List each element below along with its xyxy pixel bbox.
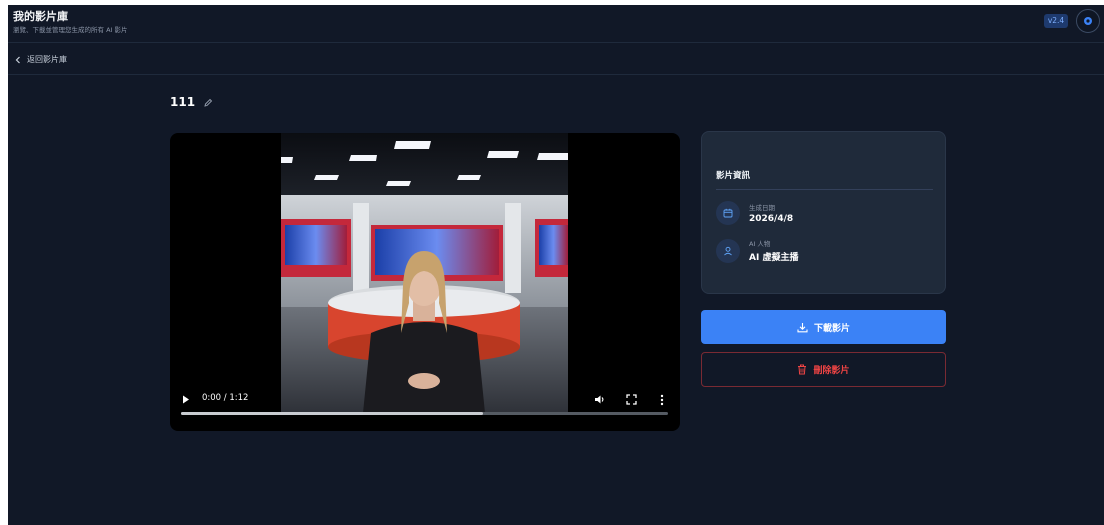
gear-icon <box>1084 17 1092 25</box>
fullscreen-icon[interactable] <box>626 394 637 405</box>
video-frame <box>281 133 568 413</box>
date-label: 生成日期 <box>749 204 775 212</box>
player-controls: 0:00 / 1:12 <box>170 385 680 431</box>
info-row-date: 生成日期 2026/4/8 <box>716 201 793 225</box>
volume-icon[interactable] <box>594 394 606 405</box>
avatar-value: AI 虛擬主播 <box>749 253 799 263</box>
delete-label: 刪除影片 <box>813 366 850 376</box>
info-row-avatar: AI 人物 AI 虛擬主播 <box>716 238 798 263</box>
info-card-title: 影片資訊 <box>716 171 751 181</box>
settings-button[interactable] <box>1076 9 1100 33</box>
person-icon-wrap <box>716 238 740 263</box>
app-window: 我的影片庫 瀏覽、下載並管理您生成的所有 AI 影片 v2.4 返回影片庫 11… <box>8 5 1104 525</box>
progress-bar[interactable] <box>181 412 668 415</box>
pencil-icon[interactable] <box>203 98 213 108</box>
video-title: 111 <box>170 95 196 109</box>
card-divider <box>716 189 933 190</box>
play-icon[interactable] <box>182 395 190 404</box>
trash-icon <box>798 364 807 375</box>
top-bar: 我的影片庫 瀏覽、下載並管理您生成的所有 AI 影片 v2.4 <box>8 5 1104 43</box>
back-label: 返回影片庫 <box>27 55 67 64</box>
time-display: 0:00 / 1:12 <box>202 393 249 403</box>
download-label: 下載影片 <box>813 323 850 334</box>
news-studio-scene <box>281 133 568 413</box>
person-icon <box>724 246 732 255</box>
buffered-progress <box>181 412 483 415</box>
app-subtitle: 瀏覽、下載並管理您生成的所有 AI 影片 <box>13 26 128 34</box>
video-info-card: 影片資訊 生成日期 2026/4/8 AI 人物 AI 虛擬主播 <box>701 131 946 294</box>
back-bar: 返回影片庫 <box>8 44 1104 75</box>
chevron-left-icon <box>15 56 20 63</box>
video-player[interactable]: 0:00 / 1:12 <box>170 133 680 431</box>
version-badge: v2.4 <box>1044 14 1068 28</box>
more-options-icon[interactable] <box>660 394 664 406</box>
download-video-button[interactable]: 下載影片 <box>701 310 946 344</box>
calendar-icon <box>723 208 733 218</box>
app-title: 我的影片庫 <box>13 10 68 23</box>
download-icon <box>797 322 808 332</box>
calendar-icon-wrap <box>716 201 740 225</box>
delete-video-button[interactable]: 刪除影片 <box>701 352 946 387</box>
avatar-label: AI 人物 <box>749 240 771 248</box>
date-value: 2026/4/8 <box>749 214 794 224</box>
back-to-library-link[interactable]: 返回影片庫 <box>15 54 67 65</box>
